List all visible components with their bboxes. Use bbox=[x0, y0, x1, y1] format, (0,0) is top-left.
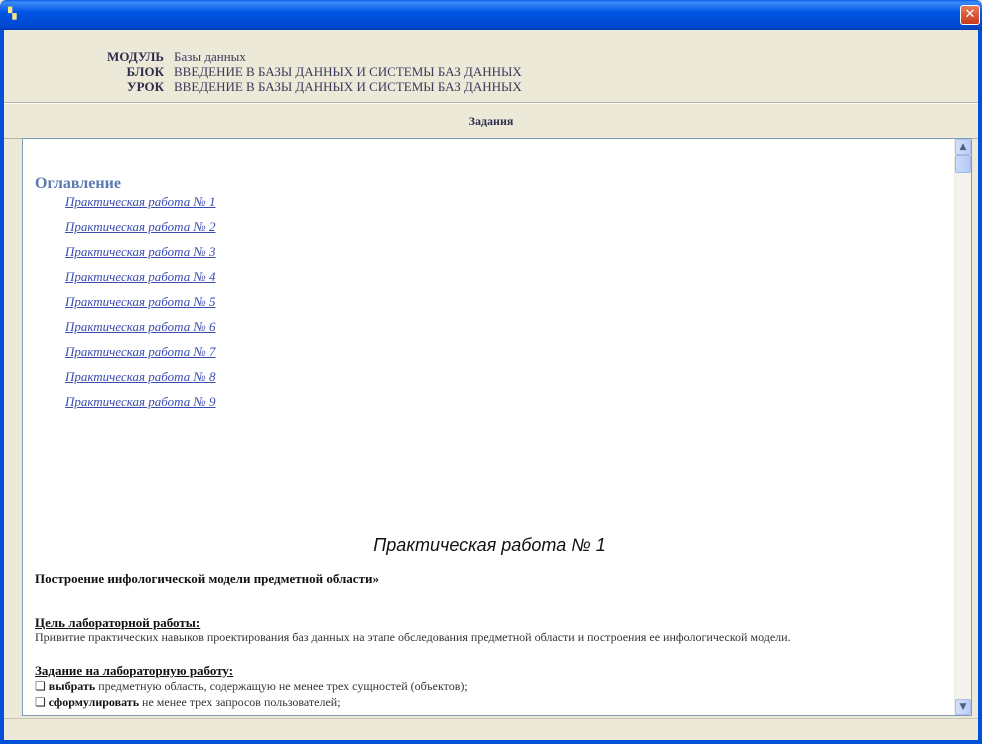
bullet-text: не менее трех запросов пользователей; bbox=[139, 695, 341, 709]
meta-value-block: ВВЕДЕНИЕ В БАЗЫ ДАННЫХ И СИСТЕМЫ БАЗ ДАН… bbox=[174, 64, 522, 79]
lesson-meta-panel: МОДУЛЬ Базы данных БЛОК ВВЕДЕНИЕ В БАЗЫ … bbox=[4, 30, 978, 103]
vertical-scrollbar[interactable]: ▲ ▼ bbox=[954, 139, 971, 715]
toc-link-8[interactable]: Практическая работа № 8 bbox=[65, 369, 215, 394]
bullet-text: предметную область, содержащую не менее … bbox=[95, 679, 468, 693]
toc-heading: Оглавление bbox=[35, 175, 121, 192]
task-bullet: ❏ выбрать предметную область, содержащую… bbox=[35, 679, 468, 694]
toc-link-6[interactable]: Практическая работа № 6 bbox=[65, 319, 215, 344]
task-label: Задание на лабораторную работу: bbox=[35, 663, 234, 678]
scroll-down-icon[interactable]: ▼ bbox=[955, 699, 971, 715]
meta-key-lesson: УРОК bbox=[127, 79, 164, 94]
toc-link-5[interactable]: Практическая работа № 5 bbox=[65, 294, 215, 319]
toc-link-2[interactable]: Практическая работа № 2 bbox=[65, 219, 215, 244]
meta-value-module: Базы данных bbox=[174, 49, 246, 64]
content-frame: Оглавление Практическая работа № 1 Практ… bbox=[22, 138, 972, 716]
toc-link-1[interactable]: Практическая работа № 1 bbox=[65, 194, 215, 219]
toc-link-4[interactable]: Практическая работа № 4 bbox=[65, 269, 215, 294]
meta-key-module: МОДУЛЬ bbox=[107, 49, 164, 64]
bullet-verb: сформулировать bbox=[48, 695, 140, 709]
goal-text: Привитие практических навыков проектиров… bbox=[35, 630, 791, 644]
work-subheading: Построение инфологической модели предмет… bbox=[35, 571, 379, 586]
close-button[interactable]: ✕ bbox=[960, 5, 980, 25]
tasks-title: Задания bbox=[468, 114, 514, 128]
meta-value-lesson: ВВЕДЕНИЕ В БАЗЫ ДАННЫХ И СИСТЕМЫ БАЗ ДАН… bbox=[174, 79, 522, 94]
app-window: ▚ ✕ МОДУЛЬ Базы данных БЛОК ВВЕДЕНИЕ В Б… bbox=[0, 0, 982, 744]
toc-link-7[interactable]: Практическая работа № 7 bbox=[65, 344, 215, 369]
status-bar bbox=[4, 718, 978, 741]
scroll-thumb[interactable] bbox=[955, 155, 971, 173]
scroll-up-icon[interactable]: ▲ bbox=[955, 139, 971, 155]
checkbox-bullet-icon: ❏ bbox=[35, 679, 46, 693]
title-bar[interactable]: ▚ ✕ bbox=[0, 0, 982, 30]
toc-list: Практическая работа № 1 Практическая раб… bbox=[65, 194, 215, 419]
meta-key-block: БЛОК bbox=[126, 64, 165, 79]
tasks-header-bar: Задания bbox=[4, 103, 978, 139]
toc-link-3[interactable]: Практическая работа № 3 bbox=[65, 244, 215, 269]
task-bullet: ❏ сформулировать не менее трех запросов … bbox=[35, 695, 341, 710]
toc-link-9[interactable]: Практическая работа № 9 bbox=[65, 394, 215, 419]
bullet-verb: выбрать bbox=[48, 679, 96, 693]
app-icon: ▚ bbox=[8, 7, 17, 20]
document-content: Оглавление Практическая работа № 1 Практ… bbox=[23, 139, 956, 715]
work-title: Практическая работа № 1 bbox=[373, 535, 606, 555]
checkbox-bullet-icon: ❏ bbox=[35, 695, 46, 709]
